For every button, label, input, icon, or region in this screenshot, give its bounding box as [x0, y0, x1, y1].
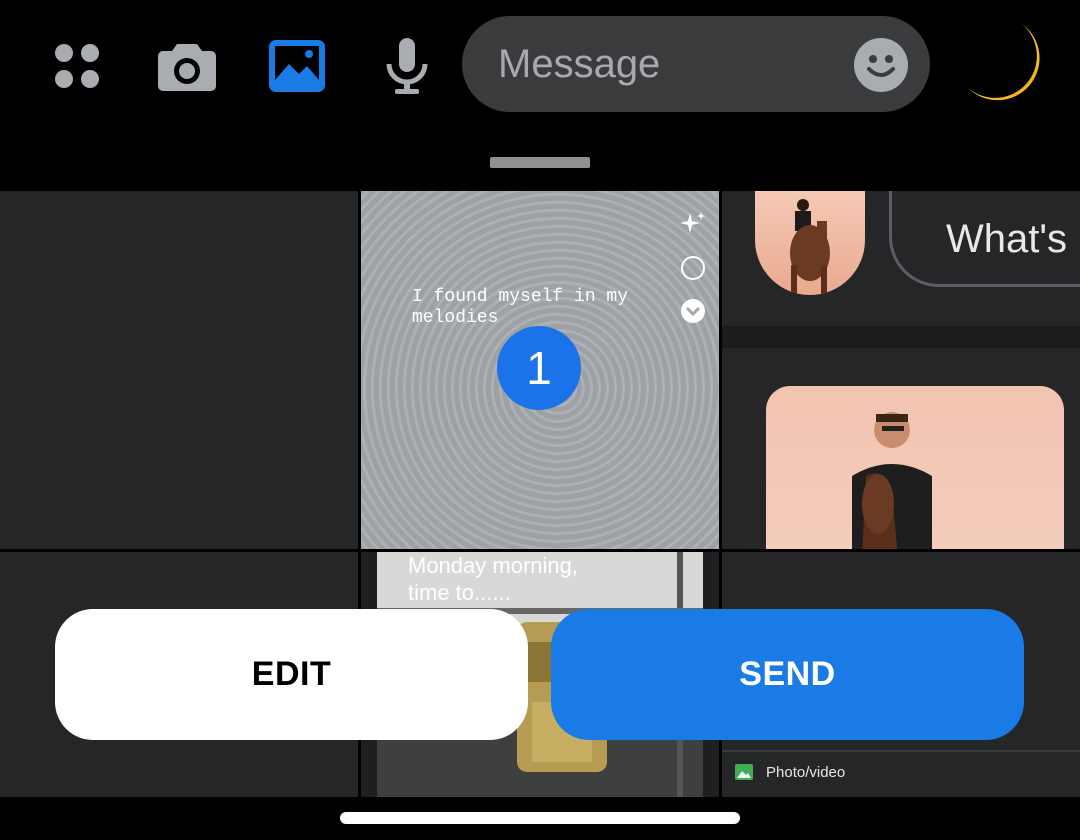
edit-button[interactable]: EDIT	[55, 609, 528, 740]
gallery-icon[interactable]	[265, 34, 329, 98]
selection-count-badge: 1	[497, 326, 581, 410]
divider	[722, 326, 1080, 348]
status-prompt-pill: What's	[889, 191, 1080, 287]
gallery-thumbnail-story[interactable]: I found myself in my melodies 1	[361, 191, 719, 549]
status-prompt-text: What's	[946, 217, 1067, 261]
story-text: I found myself in my melodies	[412, 287, 629, 328]
sparkle-icon	[680, 211, 706, 237]
photo-video-row: Photo/video	[722, 750, 1080, 797]
meme-caption: Monday morning, time to......	[408, 553, 578, 605]
profile-photo	[766, 386, 1064, 549]
emoji-icon[interactable]	[854, 38, 908, 92]
message-input[interactable]	[496, 40, 840, 88]
crescent-moon-icon	[960, 18, 1056, 114]
gallery-thumbnail-empty[interactable]	[0, 191, 358, 549]
circle-outline-icon	[680, 255, 706, 281]
avatar	[755, 191, 865, 295]
photo-video-icon	[734, 762, 754, 782]
send-button[interactable]: SEND	[551, 609, 1024, 740]
microphone-icon[interactable]	[375, 34, 439, 98]
drawer-drag-handle[interactable]	[490, 157, 590, 168]
photo-video-label: Photo/video	[766, 764, 846, 781]
camera-icon[interactable]	[155, 34, 219, 98]
message-input-container[interactable]	[462, 16, 930, 112]
chevron-down-icon	[680, 298, 706, 324]
home-gesture-pill[interactable]	[340, 812, 740, 824]
apps-icon[interactable]	[45, 34, 109, 98]
gallery-thumbnail-profile-post[interactable]: What's	[722, 191, 1080, 549]
